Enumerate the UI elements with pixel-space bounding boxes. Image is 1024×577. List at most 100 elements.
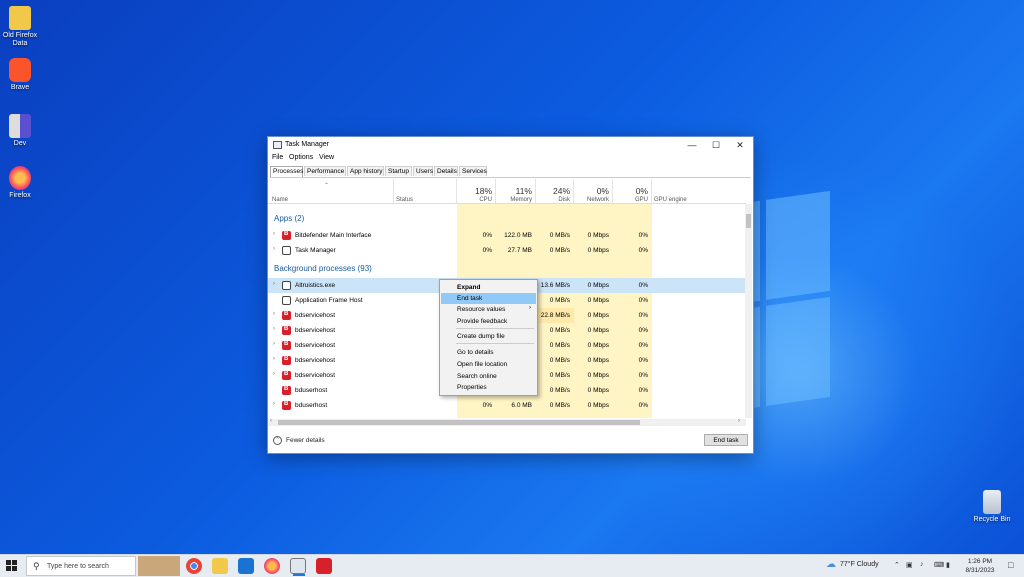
process-name: bduserhost xyxy=(295,402,328,409)
network-value: 0 Mbps xyxy=(587,312,609,319)
column-header-network[interactable]: 0% Network xyxy=(574,179,613,203)
column-header-gpu[interactable]: 0% GPU xyxy=(613,179,652,203)
menu-view[interactable]: View xyxy=(319,154,334,161)
menu-item-go-to-details[interactable]: Go to details xyxy=(441,347,536,358)
menu-item-label: Open file location xyxy=(457,361,508,368)
group-header-background[interactable]: Background processes (93) xyxy=(274,264,372,273)
process-name: bdservicehost xyxy=(295,342,336,349)
chevron-right-icon[interactable]: › xyxy=(273,246,275,252)
column-header-status[interactable]: Status xyxy=(394,179,457,203)
network-value: 0 Mbps xyxy=(587,387,609,394)
chrome-icon[interactable] xyxy=(186,558,202,574)
vertical-scrollbar[interactable] xyxy=(745,204,752,418)
menu-item-resource-values[interactable]: Resource values › xyxy=(441,304,536,315)
weather-text[interactable]: 77°F Cloudy xyxy=(840,561,879,568)
sort-up-icon: ⌃ xyxy=(324,183,330,189)
chevron-right-icon[interactable]: › xyxy=(273,326,275,332)
chevron-right-icon: › xyxy=(529,305,531,311)
scroll-thumb[interactable] xyxy=(278,420,640,425)
disk-value: 0 MB/s xyxy=(549,402,570,409)
close-button[interactable]: ✕ xyxy=(728,137,752,153)
menu-item-create-dump-file[interactable]: Create dump file xyxy=(441,331,536,342)
bitdefender-icon[interactable] xyxy=(316,558,332,574)
process-name: bdservicehost xyxy=(295,357,336,364)
column-header-disk[interactable]: 24% Disk xyxy=(536,179,574,203)
battery-icon[interactable]: ▮ xyxy=(946,561,950,569)
column-header-gpu-engine[interactable]: GPU engine xyxy=(652,179,746,203)
desktop-icon-label: Recycle Bin xyxy=(973,516,1011,523)
desktop-icon-dev[interactable]: Dev xyxy=(0,114,40,148)
tab-services[interactable]: Services xyxy=(459,166,487,176)
menu-item-label: Create dump file xyxy=(457,333,505,340)
notification-icon[interactable]: □ xyxy=(1008,560,1013,570)
menu-file[interactable]: File xyxy=(272,154,283,161)
maximize-button[interactable]: ☐ xyxy=(704,137,728,153)
chevron-right-icon[interactable]: › xyxy=(273,311,275,317)
chevron-up-icon[interactable]: ⌃ xyxy=(273,436,282,445)
search-highlight-image[interactable] xyxy=(138,556,180,576)
minimize-button[interactable]: — xyxy=(680,137,704,153)
table-row[interactable]: › Bitdefender Main Interface 0% 122.0 MB… xyxy=(268,228,746,243)
scroll-left-icon[interactable]: ‹ xyxy=(270,418,272,424)
search-placeholder: Type here to search xyxy=(47,563,109,570)
context-menu: Expand End task Resource values › Provide… xyxy=(439,279,538,396)
tab-startup[interactable]: Startup xyxy=(385,166,412,176)
mail-icon[interactable] xyxy=(238,558,254,574)
menu-options[interactable]: Options xyxy=(289,154,313,161)
chevron-right-icon[interactable]: › xyxy=(273,371,275,377)
taskbar-search-box[interactable]: ⚲ Type here to search xyxy=(26,556,136,576)
chevron-right-icon[interactable]: › xyxy=(273,231,275,237)
title-bar[interactable]: Task Manager — ☐ ✕ xyxy=(268,137,753,153)
group-header-apps[interactable]: Apps (2) xyxy=(274,214,304,223)
menu-item-properties[interactable]: Properties xyxy=(441,382,536,393)
clock-time: 1:26 PM xyxy=(967,558,993,565)
file-explorer-icon[interactable] xyxy=(212,558,228,574)
keyboard-icon[interactable]: ⌨ xyxy=(934,561,944,569)
task-manager-taskbar-icon[interactable] xyxy=(290,558,306,576)
windows-start-icon[interactable] xyxy=(6,560,18,572)
desktop-icon-brave[interactable]: Brave xyxy=(0,58,40,92)
taskbar-clock[interactable]: 1:26 PM 8/31/2023 xyxy=(960,557,1000,575)
speaker-icon[interactable]: ♪ xyxy=(920,561,924,568)
column-label: Name xyxy=(272,197,289,203)
tab-performance[interactable]: Performance xyxy=(304,166,346,176)
menu-item-provide-feedback[interactable]: Provide feedback xyxy=(441,316,536,327)
network-icon[interactable]: ▣ xyxy=(906,561,913,569)
table-row[interactable]: › Task Manager 0% 27.7 MB 0 MB/s 0 Mbps … xyxy=(268,243,746,258)
tab-app-history[interactable]: App history xyxy=(347,166,384,176)
column-header-name[interactable]: ⌃ Name xyxy=(268,179,394,203)
chevron-right-icon[interactable]: › xyxy=(273,356,275,362)
chevron-right-icon[interactable]: › xyxy=(273,281,275,287)
disk-value: 0 MB/s xyxy=(549,372,570,379)
firefox-icon[interactable] xyxy=(264,558,280,574)
footer: ⌃ Fewer details End task xyxy=(268,429,753,453)
tab-details[interactable]: Details xyxy=(434,166,458,176)
menu-item-search-online[interactable]: Search online xyxy=(441,371,536,382)
menu-item-label: Resource values xyxy=(457,306,506,313)
fewer-details-link[interactable]: Fewer details xyxy=(286,437,325,444)
menu-item-expand[interactable]: Expand xyxy=(441,282,536,293)
column-header-cpu[interactable]: 18% CPU xyxy=(457,179,496,203)
network-total: 0% xyxy=(596,186,609,196)
column-header-memory[interactable]: 11% Memory xyxy=(496,179,536,203)
chevron-right-icon[interactable]: › xyxy=(273,401,275,407)
table-row[interactable]: › bduserhost 0% 6.0 MB 0 MB/s 0 Mbps 0% xyxy=(268,398,746,413)
chevron-up-icon[interactable]: ⌃ xyxy=(894,561,900,569)
tab-users[interactable]: Users xyxy=(413,166,433,176)
menu-item-open-file-location[interactable]: Open file location xyxy=(441,359,536,370)
bitdefender-icon xyxy=(282,231,291,240)
memory-value: 6.0 MB xyxy=(511,402,532,409)
end-task-button[interactable]: End task xyxy=(704,434,748,446)
chevron-right-icon[interactable]: › xyxy=(273,341,275,347)
scroll-thumb[interactable] xyxy=(746,214,751,228)
desktop-icon-old-firefox-data[interactable]: Old Firefox Data xyxy=(0,6,40,48)
menu-item-label: Search online xyxy=(457,373,497,380)
tab-processes[interactable]: Processes xyxy=(270,166,303,177)
gpu-value: 0% xyxy=(638,297,648,304)
scroll-right-icon[interactable]: › xyxy=(738,418,740,424)
horizontal-scrollbar[interactable]: ‹ › xyxy=(268,418,746,426)
desktop-icon-firefox[interactable]: Firefox xyxy=(0,166,40,200)
gpu-value: 0% xyxy=(638,232,648,239)
desktop-icon-recycle-bin[interactable]: Recycle Bin xyxy=(972,490,1012,524)
menu-item-end-task[interactable]: End task xyxy=(441,293,536,304)
